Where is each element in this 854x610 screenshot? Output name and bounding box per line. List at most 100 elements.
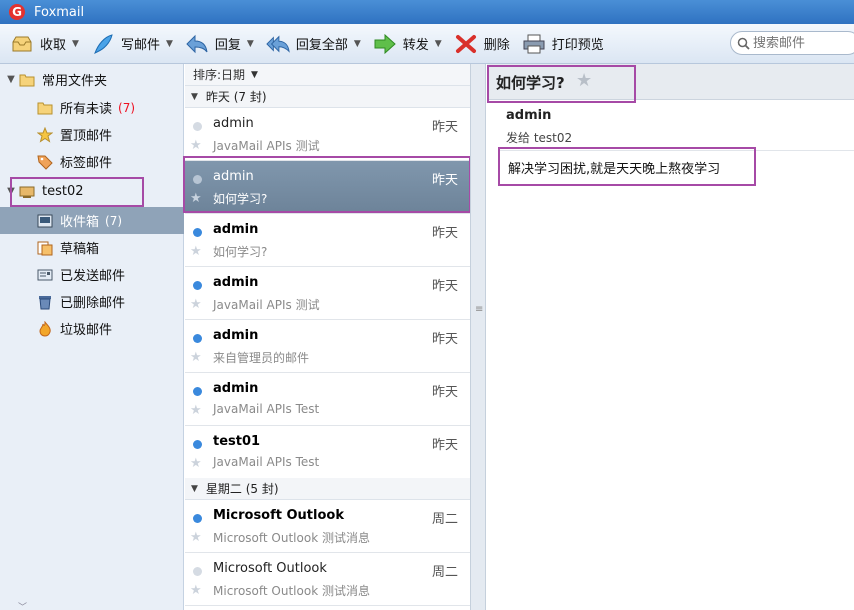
sidebar-item-tagged[interactable]: 标签邮件 bbox=[0, 148, 184, 175]
star-icon[interactable]: ★ bbox=[190, 138, 202, 153]
reply-button[interactable]: 回复 ▼ bbox=[185, 29, 254, 59]
star-icon[interactable]: ★ bbox=[190, 530, 202, 545]
sidebar-item-inbox[interactable]: 收件箱 (7) bbox=[0, 207, 184, 234]
folder-icon bbox=[18, 72, 36, 88]
mail-item[interactable]: ★ admin 昨天 JavaMail APIs Test bbox=[185, 373, 470, 426]
star-icon[interactable]: ★ bbox=[190, 403, 202, 418]
trash-icon bbox=[36, 294, 54, 310]
unread-status-dot[interactable] bbox=[193, 334, 202, 343]
read-status-dot[interactable] bbox=[193, 567, 202, 576]
highlight-box-selected-mail bbox=[183, 156, 471, 213]
sidebar-item-sent[interactable]: 已发送邮件 bbox=[0, 261, 184, 288]
sidebar-item-pinned[interactable]: 置顶邮件 bbox=[0, 121, 184, 148]
reply-all-arrow-icon bbox=[266, 33, 290, 55]
sidebar-label: 所有未读 bbox=[60, 102, 113, 117]
sidebar-label: 草稿箱 bbox=[60, 242, 100, 257]
folder-sidebar: ▼ 常用文件夹 所有未读 (7) 置顶邮件 标签邮件 ▼ test02 收件箱 … bbox=[0, 64, 184, 610]
sidebar-label: 已发送邮件 bbox=[60, 269, 126, 284]
reply-arrow-icon bbox=[185, 33, 209, 55]
star-icon[interactable]: ★ bbox=[190, 456, 202, 471]
group-header-yesterday[interactable]: ▼ 昨天 (7 封) bbox=[185, 86, 470, 108]
reply-all-button[interactable]: 回复全部 ▼ bbox=[266, 29, 361, 59]
reader-from[interactable]: admin bbox=[506, 108, 551, 123]
sidebar-item-deleted[interactable]: 已删除邮件 bbox=[0, 288, 184, 315]
mail-item[interactable]: ★ test01 昨天 JavaMail APIs Test bbox=[185, 426, 470, 479]
mail-item[interactable]: ★ admin 昨天 JavaMail APIs 测试 bbox=[185, 108, 470, 161]
unread-status-dot[interactable] bbox=[193, 514, 202, 523]
mail-subject: Microsoft Outlook 测试消息 bbox=[213, 531, 370, 545]
chevron-down-icon[interactable]: ▼ bbox=[166, 39, 173, 49]
sidebar-item-junk[interactable]: 垃圾邮件 bbox=[0, 315, 184, 342]
sidebar-item-drafts[interactable]: 草稿箱 bbox=[0, 234, 184, 261]
read-status-dot[interactable] bbox=[193, 122, 202, 131]
forward-button[interactable]: 转发 ▼ bbox=[373, 29, 442, 59]
folder-icon bbox=[36, 100, 54, 116]
chevron-down-icon[interactable]: ▼ bbox=[72, 39, 79, 49]
mail-subject: JavaMail APIs 测试 bbox=[213, 139, 320, 153]
collapse-triangle-icon[interactable]: ▼ bbox=[191, 484, 198, 494]
mail-subject: JavaMail APIs Test bbox=[213, 402, 320, 416]
sidebar-label: 收件箱 bbox=[60, 215, 100, 230]
sort-label: 排序:日期 bbox=[193, 68, 246, 82]
mail-date: 周二 bbox=[431, 512, 458, 527]
chevron-down-icon[interactable]: ▼ bbox=[435, 39, 442, 49]
print-preview-button[interactable]: 打印预览 bbox=[522, 29, 604, 59]
compose-button[interactable]: 写邮件 ▼ bbox=[91, 29, 173, 59]
collapse-triangle-icon[interactable]: ▼ bbox=[4, 74, 18, 85]
compose-label: 写邮件 bbox=[120, 38, 160, 53]
flame-icon bbox=[36, 320, 54, 337]
mail-item[interactable]: ★ admin 昨天 来自管理员的邮件 bbox=[185, 320, 470, 373]
drafts-icon bbox=[36, 240, 54, 256]
search-icon bbox=[737, 37, 750, 50]
forward-label: 转发 bbox=[402, 38, 429, 53]
sort-selector[interactable]: 排序:日期 ▼ bbox=[185, 64, 470, 86]
mail-date: 昨天 bbox=[431, 385, 458, 400]
unread-count: (7) bbox=[118, 100, 136, 115]
inbox-tray-icon bbox=[10, 33, 34, 55]
mail-item[interactable]: ★ admin 昨天 如何学习? bbox=[185, 214, 470, 267]
printer-icon bbox=[522, 33, 546, 55]
mail-item[interactable]: ★ Microsoft Outlook 周二 Microsoft Outlook… bbox=[185, 500, 470, 553]
star-icon[interactable]: ★ bbox=[190, 350, 202, 365]
unread-status-dot[interactable] bbox=[193, 440, 202, 449]
star-icon[interactable]: ★ bbox=[190, 583, 202, 598]
sidebar-label: 已删除邮件 bbox=[60, 296, 126, 311]
chevron-down-icon: ▼ bbox=[251, 69, 258, 80]
reply-label: 回复 bbox=[214, 38, 241, 53]
unread-status-dot[interactable] bbox=[193, 228, 202, 237]
sidebar-label: 置顶邮件 bbox=[60, 129, 113, 144]
mail-from: admin bbox=[213, 381, 259, 396]
mail-list: 排序:日期 ▼ ▼ 昨天 (7 封) ★ admin 昨天 JavaMail A… bbox=[183, 64, 471, 610]
chevron-down-icon[interactable]: ▼ bbox=[247, 39, 254, 49]
sent-icon bbox=[36, 267, 54, 283]
receive-button[interactable]: 收取 ▼ bbox=[10, 29, 79, 59]
unread-status-dot[interactable] bbox=[193, 281, 202, 290]
delete-button[interactable]: 删除 bbox=[454, 29, 510, 59]
group-header-tuesday[interactable]: ▼ 星期二 (5 封) bbox=[185, 478, 470, 500]
reply-all-label: 回复全部 bbox=[295, 38, 348, 53]
mail-from: admin bbox=[213, 275, 259, 290]
mail-from: admin bbox=[213, 116, 254, 131]
unread-status-dot[interactable] bbox=[193, 387, 202, 396]
sidebar-item-common-folders[interactable]: ▼ 常用文件夹 bbox=[0, 66, 184, 93]
scroll-down-icon[interactable]: ﹀ bbox=[18, 600, 27, 610]
highlight-box-body bbox=[498, 147, 756, 186]
mail-date: 昨天 bbox=[431, 120, 458, 135]
chevron-down-icon[interactable]: ▼ bbox=[354, 39, 361, 49]
mail-date: 昨天 bbox=[431, 226, 458, 241]
receive-label: 收取 bbox=[40, 38, 67, 53]
pane-splitter[interactable]: ≡ bbox=[470, 64, 486, 610]
highlight-box-subject bbox=[487, 65, 636, 103]
mail-item[interactable]: ★ admin 昨天 JavaMail APIs 测试 bbox=[185, 267, 470, 320]
star-icon[interactable]: ★ bbox=[190, 297, 202, 312]
drag-grip-icon[interactable]: ≡ bbox=[475, 304, 483, 315]
search-input[interactable] bbox=[753, 35, 853, 51]
sidebar-item-all-unread[interactable]: 所有未读 (7) bbox=[0, 94, 184, 121]
mail-date: 昨天 bbox=[431, 332, 458, 347]
reading-pane: 如何学习? ★ admin 发给 test02 解决学习困扰,就是天天晚上熬夜学… bbox=[487, 64, 854, 610]
collapse-triangle-icon[interactable]: ▼ bbox=[191, 92, 198, 102]
group-label: 星期二 (5 封) bbox=[205, 482, 279, 496]
mail-item[interactable]: ★ Microsoft Outlook 周二 Microsoft Outlook… bbox=[185, 553, 470, 606]
search-box[interactable] bbox=[730, 31, 854, 55]
star-icon[interactable]: ★ bbox=[190, 244, 202, 259]
